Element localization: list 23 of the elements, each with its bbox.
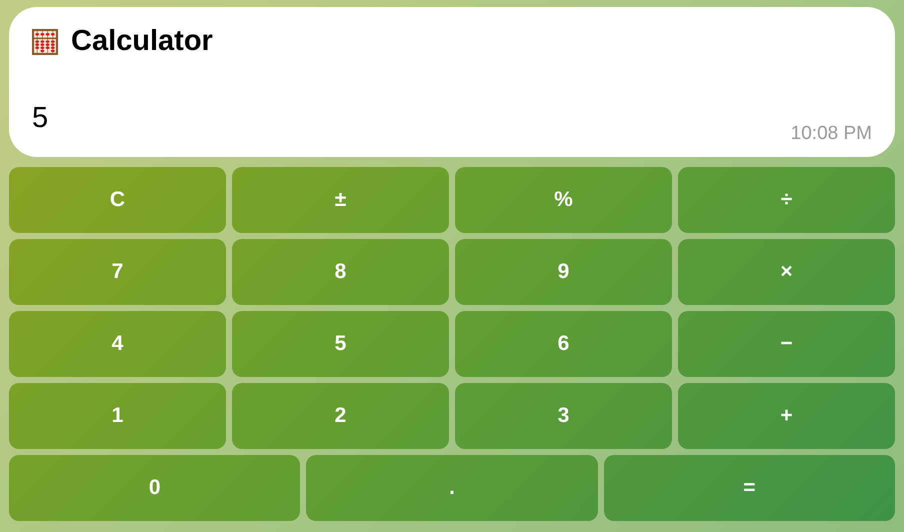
keypad-button[interactable]: 3 bbox=[455, 383, 672, 449]
keypad-button[interactable]: 9 bbox=[455, 239, 672, 305]
keypad-button[interactable]: 8 bbox=[232, 239, 449, 305]
keypad-button[interactable]: 0 bbox=[9, 455, 300, 521]
keypad-button[interactable]: 4 bbox=[9, 311, 226, 377]
keypad-button[interactable]: C bbox=[9, 167, 226, 233]
abacus-icon bbox=[32, 28, 58, 54]
keypad-button[interactable]: 7 bbox=[9, 239, 226, 305]
keypad-button[interactable]: ± bbox=[232, 167, 449, 233]
keypad-button[interactable]: 2 bbox=[232, 383, 449, 449]
keypad-button[interactable]: + bbox=[678, 383, 895, 449]
keypad-button[interactable]: ÷ bbox=[678, 167, 895, 233]
message-text: 5 bbox=[32, 104, 48, 133]
message-title: Calculator bbox=[71, 27, 213, 56]
keypad-button[interactable]: × bbox=[678, 239, 895, 305]
keypad-button[interactable]: 6 bbox=[455, 311, 672, 377]
keypad-button[interactable]: − bbox=[678, 311, 895, 377]
message-time: 10:08 PM bbox=[790, 124, 872, 143]
keypad-button[interactable]: 1 bbox=[9, 383, 226, 449]
keypad-button[interactable]: . bbox=[306, 455, 598, 521]
keypad-button[interactable]: 5 bbox=[232, 311, 449, 377]
keypad-button[interactable]: = bbox=[604, 455, 895, 521]
keypad-button[interactable]: % bbox=[455, 167, 672, 233]
